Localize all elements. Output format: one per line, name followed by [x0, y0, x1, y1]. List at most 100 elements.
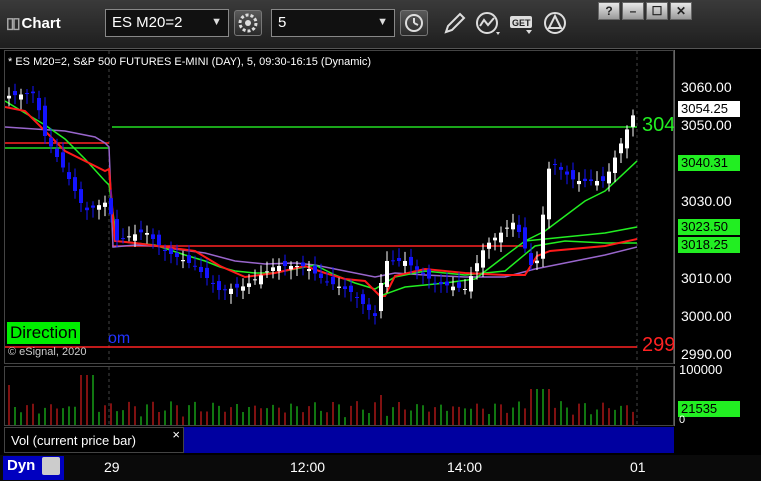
time-tick: 29: [104, 459, 120, 475]
volume-current-badge: 21535: [678, 401, 740, 417]
candle-body: [469, 276, 473, 292]
candle-body: [43, 105, 47, 136]
link-icon[interactable]: [41, 457, 60, 476]
candlestick-series: [7, 83, 635, 325]
grip-icon[interactable]: ▯▯: [6, 15, 20, 32]
volume-study-label[interactable]: Vol (current price bar) ×: [4, 427, 184, 453]
volume-axis: 100000 21535 0: [674, 362, 761, 426]
direction-label[interactable]: Direction: [7, 322, 81, 344]
volume-pane[interactable]: [4, 366, 674, 426]
candle-body: [331, 276, 335, 285]
candle-body: [493, 237, 497, 241]
clock-button[interactable]: [400, 10, 428, 36]
chevron-down-icon[interactable]: ▼: [377, 16, 388, 28]
candle-body: [169, 248, 173, 254]
chevron-down-icon[interactable]: ▼: [211, 16, 222, 28]
pencil-icon[interactable]: [440, 10, 468, 38]
candle-body: [181, 260, 185, 262]
price-axis[interactable]: 3060.00 3054.25 3050.00 3040.31 3030.00 …: [674, 50, 761, 364]
candle-body: [295, 266, 299, 267]
candle-body: [343, 286, 347, 289]
symbol-combo[interactable]: ES M20=2 ▼: [105, 9, 229, 37]
get-icon[interactable]: GET: [508, 10, 536, 38]
study-bar: [184, 427, 674, 453]
candle-body: [25, 93, 29, 95]
green-line-label: 304: [642, 114, 676, 136]
close-button[interactable]: ✕: [670, 2, 692, 20]
candle-body: [235, 283, 239, 288]
candle-body: [199, 266, 203, 272]
candle-body: [61, 152, 65, 168]
candle-body: [385, 261, 389, 287]
candle-body: [289, 266, 293, 270]
candle-body: [49, 137, 53, 147]
candle-body: [259, 275, 263, 285]
minimize-button[interactable]: –: [622, 2, 644, 20]
volume-axis-bottom: 0: [679, 414, 686, 426]
candle-body: [115, 219, 119, 241]
candle-body: [571, 170, 575, 180]
price-tick: 3060.00: [681, 79, 732, 95]
candle-body: [607, 171, 611, 184]
ma-2-badge: 3023.50: [678, 219, 740, 235]
candle-body: [505, 227, 509, 229]
candle-body: [91, 205, 95, 208]
candle-body: [559, 167, 563, 170]
copyright-label: © eSignal, 2020: [8, 346, 87, 358]
interval-combo[interactable]: 5 ▼: [271, 9, 395, 37]
candle-body: [367, 304, 371, 310]
candle-body: [625, 129, 629, 149]
candle-body: [211, 282, 215, 284]
candle-body: [583, 178, 587, 181]
interval-value: 5: [278, 14, 287, 31]
candle-body: [631, 115, 635, 127]
candle-body: [475, 263, 479, 272]
candle-body: [451, 286, 455, 291]
symbol-settings-button[interactable]: [234, 10, 262, 36]
close-study-icon[interactable]: ×: [172, 427, 180, 442]
candle-body: [79, 189, 83, 203]
maximize-button[interactable]: ☐: [646, 2, 668, 20]
volume-plot: [8, 367, 638, 425]
candle-body: [361, 294, 365, 304]
price-tick: 3030.00: [681, 193, 732, 209]
help-button[interactable]: ?: [598, 2, 620, 20]
price-chart[interactable]: [4, 50, 674, 364]
price-tick: 3000.00: [681, 308, 732, 324]
candle-body: [241, 286, 245, 291]
candle-body: [523, 227, 527, 249]
candle-body: [487, 242, 491, 249]
last-price-badge: 3054.25: [678, 101, 740, 117]
up-arrow-icon[interactable]: [542, 10, 570, 38]
candle-body: [565, 171, 569, 175]
candle-body: [223, 289, 227, 291]
study-icon[interactable]: [474, 10, 502, 38]
candle-body: [175, 252, 179, 257]
candle-body: [217, 281, 221, 290]
candle-body: [421, 272, 425, 275]
candle-body: [145, 233, 149, 235]
candle-body: [595, 181, 599, 186]
candle-body: [403, 261, 407, 266]
dyn-label: Dyn: [7, 457, 36, 474]
app-title-label: Chart: [21, 15, 61, 32]
candle-body: [391, 260, 395, 262]
partial-blue-text: om: [108, 330, 131, 347]
candle-body: [589, 179, 593, 181]
dyn-button[interactable]: Dyn: [3, 456, 64, 480]
candle-body: [355, 296, 359, 298]
candle-body: [31, 91, 35, 94]
volume-axis-top: 100000: [679, 362, 723, 377]
ma-green-badge: 3040.31: [678, 155, 740, 171]
candle-body: [577, 181, 581, 185]
candle-body: [127, 236, 131, 238]
candle-body: [73, 177, 77, 191]
candle-body: [457, 282, 461, 288]
candle-body: [463, 289, 467, 290]
candle-body: [265, 271, 269, 273]
candle-body: [433, 282, 437, 284]
price-plot: [4, 51, 638, 363]
candle-body: [445, 281, 449, 286]
volume-study-name: Vol (current price bar): [11, 433, 136, 448]
candle-body: [337, 286, 341, 288]
